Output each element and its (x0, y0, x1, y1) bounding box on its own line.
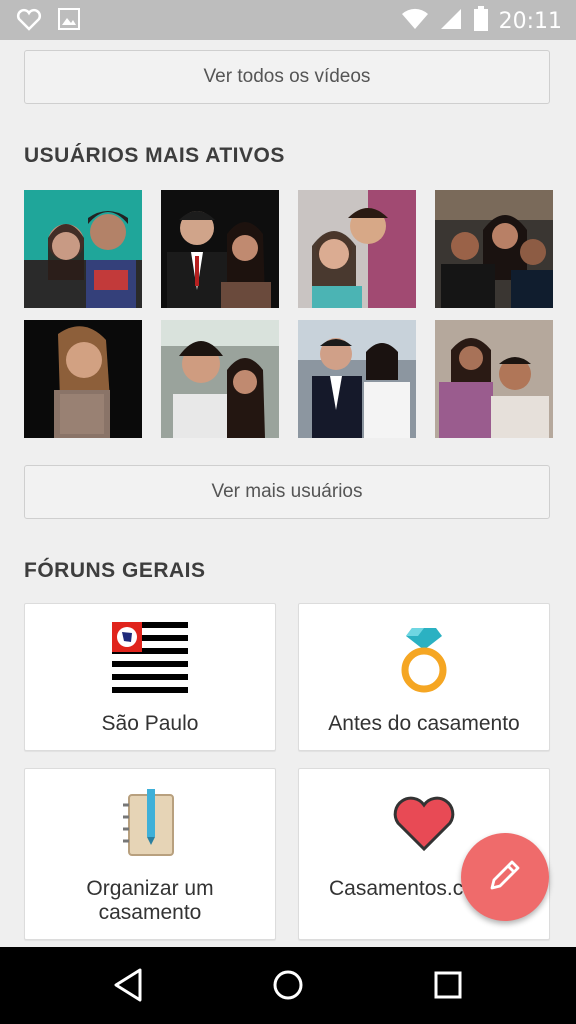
compose-fab-button[interactable] (461, 833, 549, 921)
forums-title: FÓRUNS GERAIS (24, 559, 206, 582)
active-users-title: USUÁRIOS MAIS ATIVOS (24, 144, 285, 167)
clock: 20:11 (498, 9, 562, 34)
forum-label-antes-do-casamento: Antes do casamento (328, 712, 520, 735)
forum-label-sao-paulo: São Paulo (101, 712, 199, 735)
forum-card-organizar-casamento[interactable]: Organizar um casamento (24, 768, 276, 940)
forum-label-casamentos: Casamentos.c (329, 877, 464, 900)
see-more-users-button[interactable]: Ver mais usuários (24, 465, 550, 519)
user-avatar-3[interactable] (298, 190, 416, 308)
wifi-icon (401, 8, 429, 35)
heart-outline-icon (16, 8, 42, 37)
heart-icon (392, 795, 456, 858)
see-all-videos-button[interactable]: Ver todos os vídeos (24, 50, 550, 104)
forum-label-organizar-casamento-line2: casamento (98, 901, 202, 924)
user-avatar-5[interactable] (24, 320, 142, 438)
recents-icon[interactable] (432, 967, 464, 1008)
user-avatar-6[interactable] (161, 320, 279, 438)
sao-paulo-flag-icon (112, 622, 188, 699)
user-avatar-8[interactable] (435, 320, 553, 438)
status-bar: 20:11 (0, 0, 576, 40)
navigation-bar (0, 947, 576, 1024)
ring-icon (396, 624, 452, 699)
home-icon[interactable] (272, 967, 304, 1008)
forum-label-organizar-casamento-line1: Organizar um (86, 877, 214, 900)
forum-card-antes-do-casamento[interactable]: Antes do casamento (298, 603, 550, 751)
user-avatar-1[interactable] (24, 190, 142, 308)
forum-card-sao-paulo[interactable]: São Paulo (24, 603, 276, 751)
user-avatar-7[interactable] (298, 320, 416, 438)
user-avatar-4[interactable] (435, 190, 553, 308)
signal-icon (439, 7, 463, 36)
back-icon[interactable] (112, 967, 144, 1008)
battery-icon (473, 6, 489, 37)
pencil-icon (486, 856, 524, 899)
user-avatar-2[interactable] (161, 190, 279, 308)
image-icon (58, 8, 80, 37)
notebook-icon (123, 789, 177, 862)
